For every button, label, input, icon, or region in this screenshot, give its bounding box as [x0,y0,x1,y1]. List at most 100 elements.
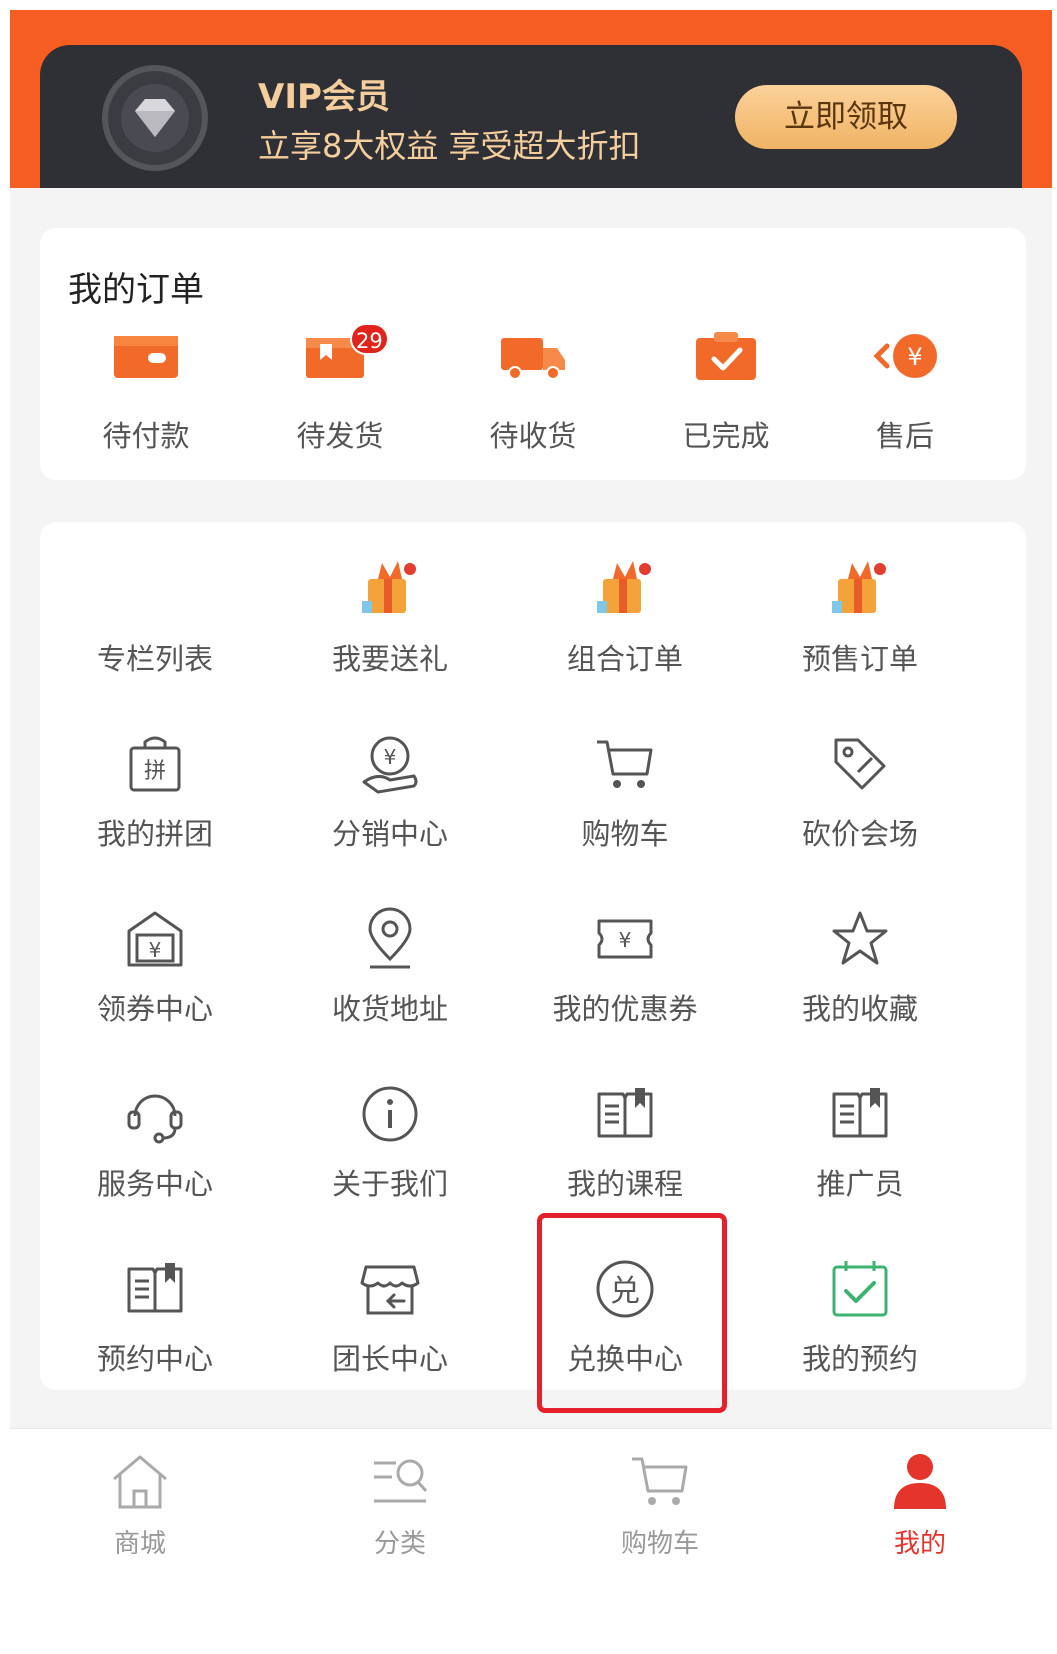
check-box-icon [696,332,756,380]
tab-category[interactable]: 分类 [270,1429,530,1579]
grid-item-label: 收货地址 [331,992,448,1026]
exchange-circle-icon: 兑 [596,1260,654,1318]
order-count-badge: 29 [350,323,389,355]
storefront-icon [360,1265,420,1315]
grid-item-about-us[interactable]: 关于我们 [275,1057,505,1217]
cart-icon [597,740,653,788]
book-icon [832,1088,888,1138]
tab-me[interactable]: 我的 [790,1429,1050,1579]
grid-item-label: 我的收藏 [801,992,918,1026]
grid-item-service-center[interactable]: 服务中心 [40,1057,270,1217]
gift-icon [362,561,416,613]
grid-item-label: 我的预约 [801,1342,918,1376]
claim-vip-button[interactable]: 立即领取 [735,85,957,149]
grid-item-promoter[interactable]: 推广员 [745,1057,975,1217]
grid-item-send-gift[interactable]: 我要送礼 [275,532,505,692]
grid-item-label: 兑换中心 [566,1342,683,1376]
book-icon [127,1263,183,1313]
grid-item-label: 我的拼团 [96,817,213,851]
grid-item-label: 领券中心 [96,992,213,1026]
app-screen: VIP会员 立享8大权益 享受超大折扣 立即领取 我的订单 待付款 29 待发货 [10,10,1052,1650]
price-tag-icon [834,738,886,790]
hand-coin-icon: ¥ [362,736,418,794]
grid-item-label: 服务中心 [96,1167,213,1201]
svg-text:¥: ¥ [384,745,397,769]
vip-subtitle: 立享8大权益 享受超大折扣 [258,127,641,165]
ticket-icon: ¥ [597,919,653,959]
svg-text:兑: 兑 [610,1274,640,1309]
wallet-icon [114,336,178,378]
grid-item-label: 推广员 [816,1167,904,1201]
svg-text:¥: ¥ [907,343,922,371]
order-item-label: 待发货 [296,419,384,453]
order-item-label: 待收货 [489,419,577,453]
order-item-label: 已完成 [682,419,770,453]
svg-text:拼: 拼 [144,759,166,784]
grid-item-label: 我的课程 [566,1167,683,1201]
tab-label: 分类 [373,1529,426,1559]
grid-item-label: 分销中心 [331,817,448,851]
grid-item-label: 砍价会场 [801,817,918,851]
orders-section-title: 我的订单 [68,270,204,310]
svg-text:¥: ¥ [149,938,162,962]
grid-item-my-favorites[interactable]: 我的收藏 [745,882,975,1042]
grid-item-distribution-center[interactable]: ¥ 分销中心 [275,707,505,867]
home-icon [113,1455,167,1509]
info-circle-icon [362,1086,418,1142]
grid-item-my-appointments[interactable]: 我的预约 [745,1232,975,1392]
grid-item-shipping-address[interactable]: 收货地址 [275,882,505,1042]
grid-item-label: 预售订单 [801,642,918,676]
coupon-envelope-icon: ¥ [127,911,183,967]
location-pin-icon [368,907,412,969]
cart-icon [632,1457,688,1505]
delivery-truck-icon [501,338,565,380]
services-grid-card: 专栏列表 我要送礼 组合订单 预售订单 拼 我的拼团 ¥ 分销中心 购物车 砍价… [40,522,1026,1390]
grid-item-label: 预约中心 [96,1342,213,1376]
grid-item-combo-order[interactable]: 组合订单 [510,532,740,692]
grid-item-booking-center[interactable]: 预约中心 [40,1232,270,1392]
grid-item-label: 团长中心 [331,1342,448,1376]
grid-item-coupon-center[interactable]: ¥ 领券中心 [40,882,270,1042]
order-pending-receipt[interactable]: 待收货 [453,323,613,463]
grid-item-shopping-cart[interactable]: 购物车 [510,707,740,867]
grid-item-column-list[interactable]: 专栏列表 [40,532,270,692]
order-item-label: 售后 [875,419,934,453]
grid-item-label: 购物车 [581,817,669,851]
grid-item-my-courses[interactable]: 我的课程 [510,1057,740,1217]
diamond-medal-icon [102,65,208,171]
book-icon [597,1088,653,1138]
calendar-check-icon [832,1261,888,1317]
group-buy-bag-icon: 拼 [129,736,181,792]
grid-item-presale-order[interactable]: 预售订单 [745,532,975,692]
grid-item-team-leader-center[interactable]: 团长中心 [275,1232,505,1392]
grid-item-label: 关于我们 [331,1167,448,1201]
grid-item-label: 我要送礼 [331,642,448,676]
order-pending-shipment[interactable]: 29 待发货 [260,323,420,463]
order-item-label: 待付款 [102,419,190,453]
star-icon [832,911,888,965]
tab-shopping-cart[interactable]: 购物车 [530,1429,790,1579]
bottom-tab-bar: 商城 分类 购物车 我的 [10,1428,1052,1650]
grid-item-my-coupons[interactable]: ¥ 我的优惠券 [510,882,740,1042]
grid-item-label: 我的优惠券 [552,992,698,1026]
category-search-icon [374,1459,428,1503]
grid-item-label: 专栏列表 [96,642,213,676]
refund-yuan-icon: ¥ [873,334,937,378]
order-completed[interactable]: 已完成 [646,323,806,463]
tab-mall[interactable]: 商城 [10,1429,270,1579]
gift-icon [597,561,651,613]
headset-icon [127,1094,183,1144]
gift-icon [832,561,886,613]
tab-label: 我的 [893,1529,946,1559]
my-orders-card: 我的订单 待付款 29 待发货 待收货 已完成 ¥ 售后 [40,228,1026,480]
user-icon [894,1454,946,1509]
grid-item-label: 组合订单 [566,642,683,676]
tab-label: 商城 [113,1529,166,1559]
grid-item-bargain-hall[interactable]: 砍价会场 [745,707,975,867]
tab-label: 购物车 [620,1529,699,1559]
order-pending-payment[interactable]: 待付款 [66,323,226,463]
grid-item-exchange-center[interactable]: 兑 兑换中心 [510,1232,740,1392]
grid-item-my-group-buy[interactable]: 拼 我的拼团 [40,707,270,867]
order-after-sales[interactable]: ¥ 售后 [825,323,985,463]
vip-banner[interactable]: VIP会员 立享8大权益 享受超大折扣 立即领取 [40,45,1022,188]
